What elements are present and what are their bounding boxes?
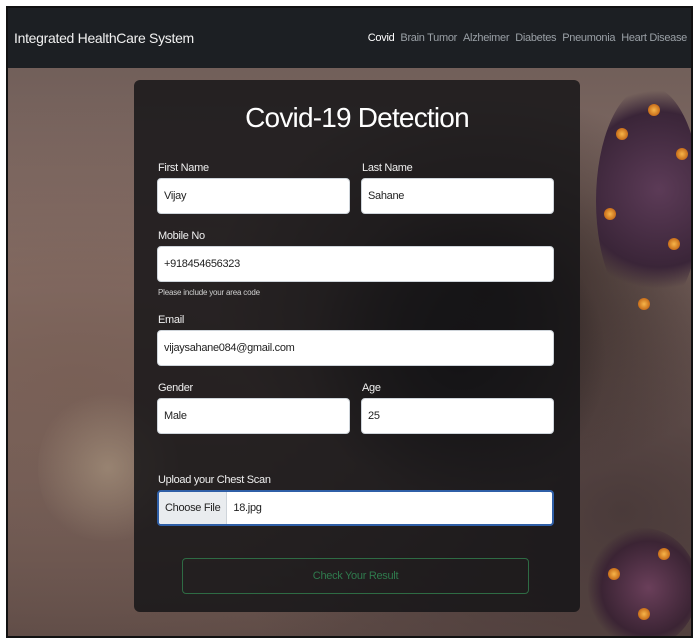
last-name-input[interactable]: Sahane xyxy=(361,178,554,214)
virus-spike-decoration xyxy=(668,238,680,250)
gender-label: Gender xyxy=(158,382,193,394)
brand-title[interactable]: Integrated HealthCare System xyxy=(14,30,194,46)
email-input[interactable]: vijaysahane084@gmail.com xyxy=(157,330,554,366)
check-result-button[interactable]: Check Your Result xyxy=(182,558,529,594)
gender-input[interactable]: Male xyxy=(157,398,350,434)
virus-background-image xyxy=(588,528,691,636)
nav-link-covid[interactable]: Covid xyxy=(368,32,395,44)
age-input[interactable]: 25 xyxy=(361,398,554,434)
virus-spike-decoration xyxy=(616,128,628,140)
choose-file-button[interactable]: Choose File xyxy=(159,492,228,524)
mobile-input[interactable]: +918454656323 xyxy=(157,246,554,282)
virus-spike-decoration xyxy=(604,208,616,220)
age-label: Age xyxy=(362,382,381,394)
nav-link-brain-tumor[interactable]: Brain Tumor xyxy=(400,32,457,44)
virus-background-image xyxy=(596,86,691,316)
virus-spike-decoration xyxy=(638,608,650,620)
mobile-label: Mobile No xyxy=(158,230,205,242)
nav-link-diabetes[interactable]: Diabetes xyxy=(515,32,556,44)
nav-link-pneumonia[interactable]: Pneumonia xyxy=(562,32,615,44)
selected-file-name: 18.jpg xyxy=(233,502,262,514)
nav-links: Covid Brain Tumor Alzheimer Diabetes Pne… xyxy=(368,32,688,44)
app-frame: Integrated HealthCare System Covid Brain… xyxy=(6,6,693,638)
upload-label: Upload your Chest Scan xyxy=(158,474,271,486)
virus-spike-decoration xyxy=(638,298,650,310)
chest-scan-file-input[interactable]: Choose File 18.jpg xyxy=(157,490,554,526)
virus-spike-decoration xyxy=(608,568,620,580)
virus-spike-decoration xyxy=(676,148,688,160)
detection-form-card: Covid-19 Detection First Name Vijay Last… xyxy=(134,80,580,612)
last-name-label: Last Name xyxy=(362,162,413,174)
nav-link-heart-disease[interactable]: Heart Disease xyxy=(621,32,687,44)
nav-link-alzheimer[interactable]: Alzheimer xyxy=(463,32,510,44)
first-name-label: First Name xyxy=(158,162,209,174)
email-label: Email xyxy=(158,314,185,326)
virus-spike-decoration xyxy=(648,104,660,116)
first-name-input[interactable]: Vijay xyxy=(157,178,350,214)
mobile-hint: Please include your area code xyxy=(158,288,260,297)
top-navbar: Integrated HealthCare System Covid Brain… xyxy=(8,8,691,68)
form-title: Covid-19 Detection xyxy=(245,102,470,133)
virus-spike-decoration xyxy=(658,548,670,560)
